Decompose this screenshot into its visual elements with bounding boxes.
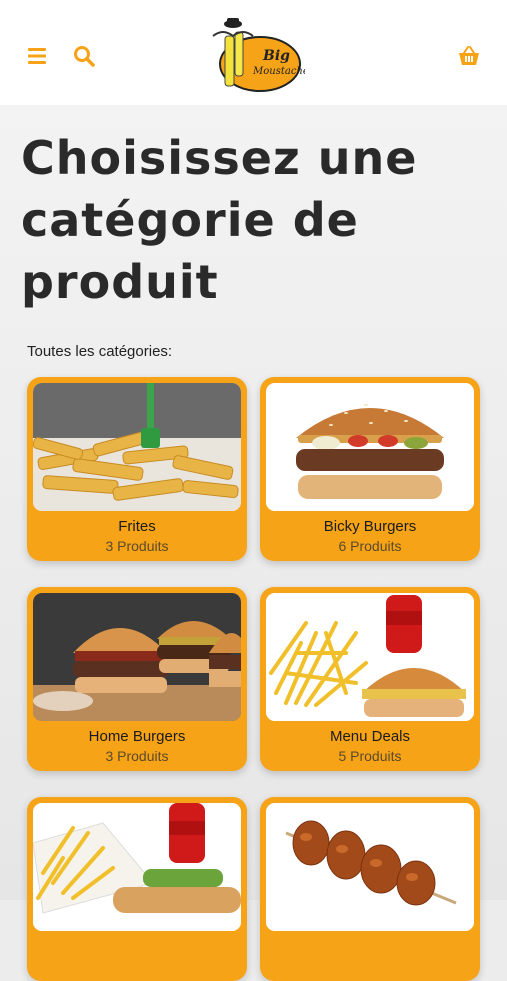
category-card-home-burgers[interactable]: Home Burgers 3 Produits: [27, 587, 247, 771]
menu-deals-image: [266, 593, 474, 721]
category-count: 3 Produits: [105, 748, 169, 764]
category-card-bicky-burgers[interactable]: Bicky Burgers 6 Produits: [260, 377, 480, 561]
fries-and-cola-image: [33, 803, 241, 931]
category-count: 3 Produits: [105, 538, 169, 554]
category-name: Home Burgers: [88, 728, 186, 745]
fries-image: [33, 383, 241, 511]
home-burgers-image: [33, 593, 241, 721]
categories-subtitle: Toutes les catégories:: [27, 343, 173, 360]
logo-text-moustache: Moustache: [252, 66, 305, 77]
bicky-burger-image: [266, 383, 474, 511]
app-header: Big Moustache: [0, 0, 507, 105]
category-card-frites[interactable]: Frites 3 Produits: [27, 377, 247, 561]
category-count: 6 Produits: [338, 538, 402, 554]
category-card-5[interactable]: [27, 797, 247, 981]
search-icon[interactable]: [72, 44, 96, 68]
main-content: Choisissez une catégorie de produit Tout…: [0, 105, 507, 981]
hamburger-menu-icon[interactable]: [25, 44, 49, 68]
category-name: Frites: [118, 518, 156, 535]
page-title: Choisissez une catégorie de produit: [21, 131, 418, 309]
category-name: Bicky Burgers: [323, 518, 417, 535]
category-card-6[interactable]: [260, 797, 480, 981]
category-card-menu-deals[interactable]: Menu Deals 5 Produits: [260, 587, 480, 771]
shopping-basket-icon[interactable]: [457, 44, 481, 68]
logo-text-big: Big: [262, 48, 290, 64]
category-name: Menu Deals: [329, 728, 411, 745]
brand-logo[interactable]: Big Moustache: [205, 16, 309, 98]
category-count: 5 Produits: [338, 748, 402, 764]
chicken-skewers-image: [266, 803, 474, 931]
